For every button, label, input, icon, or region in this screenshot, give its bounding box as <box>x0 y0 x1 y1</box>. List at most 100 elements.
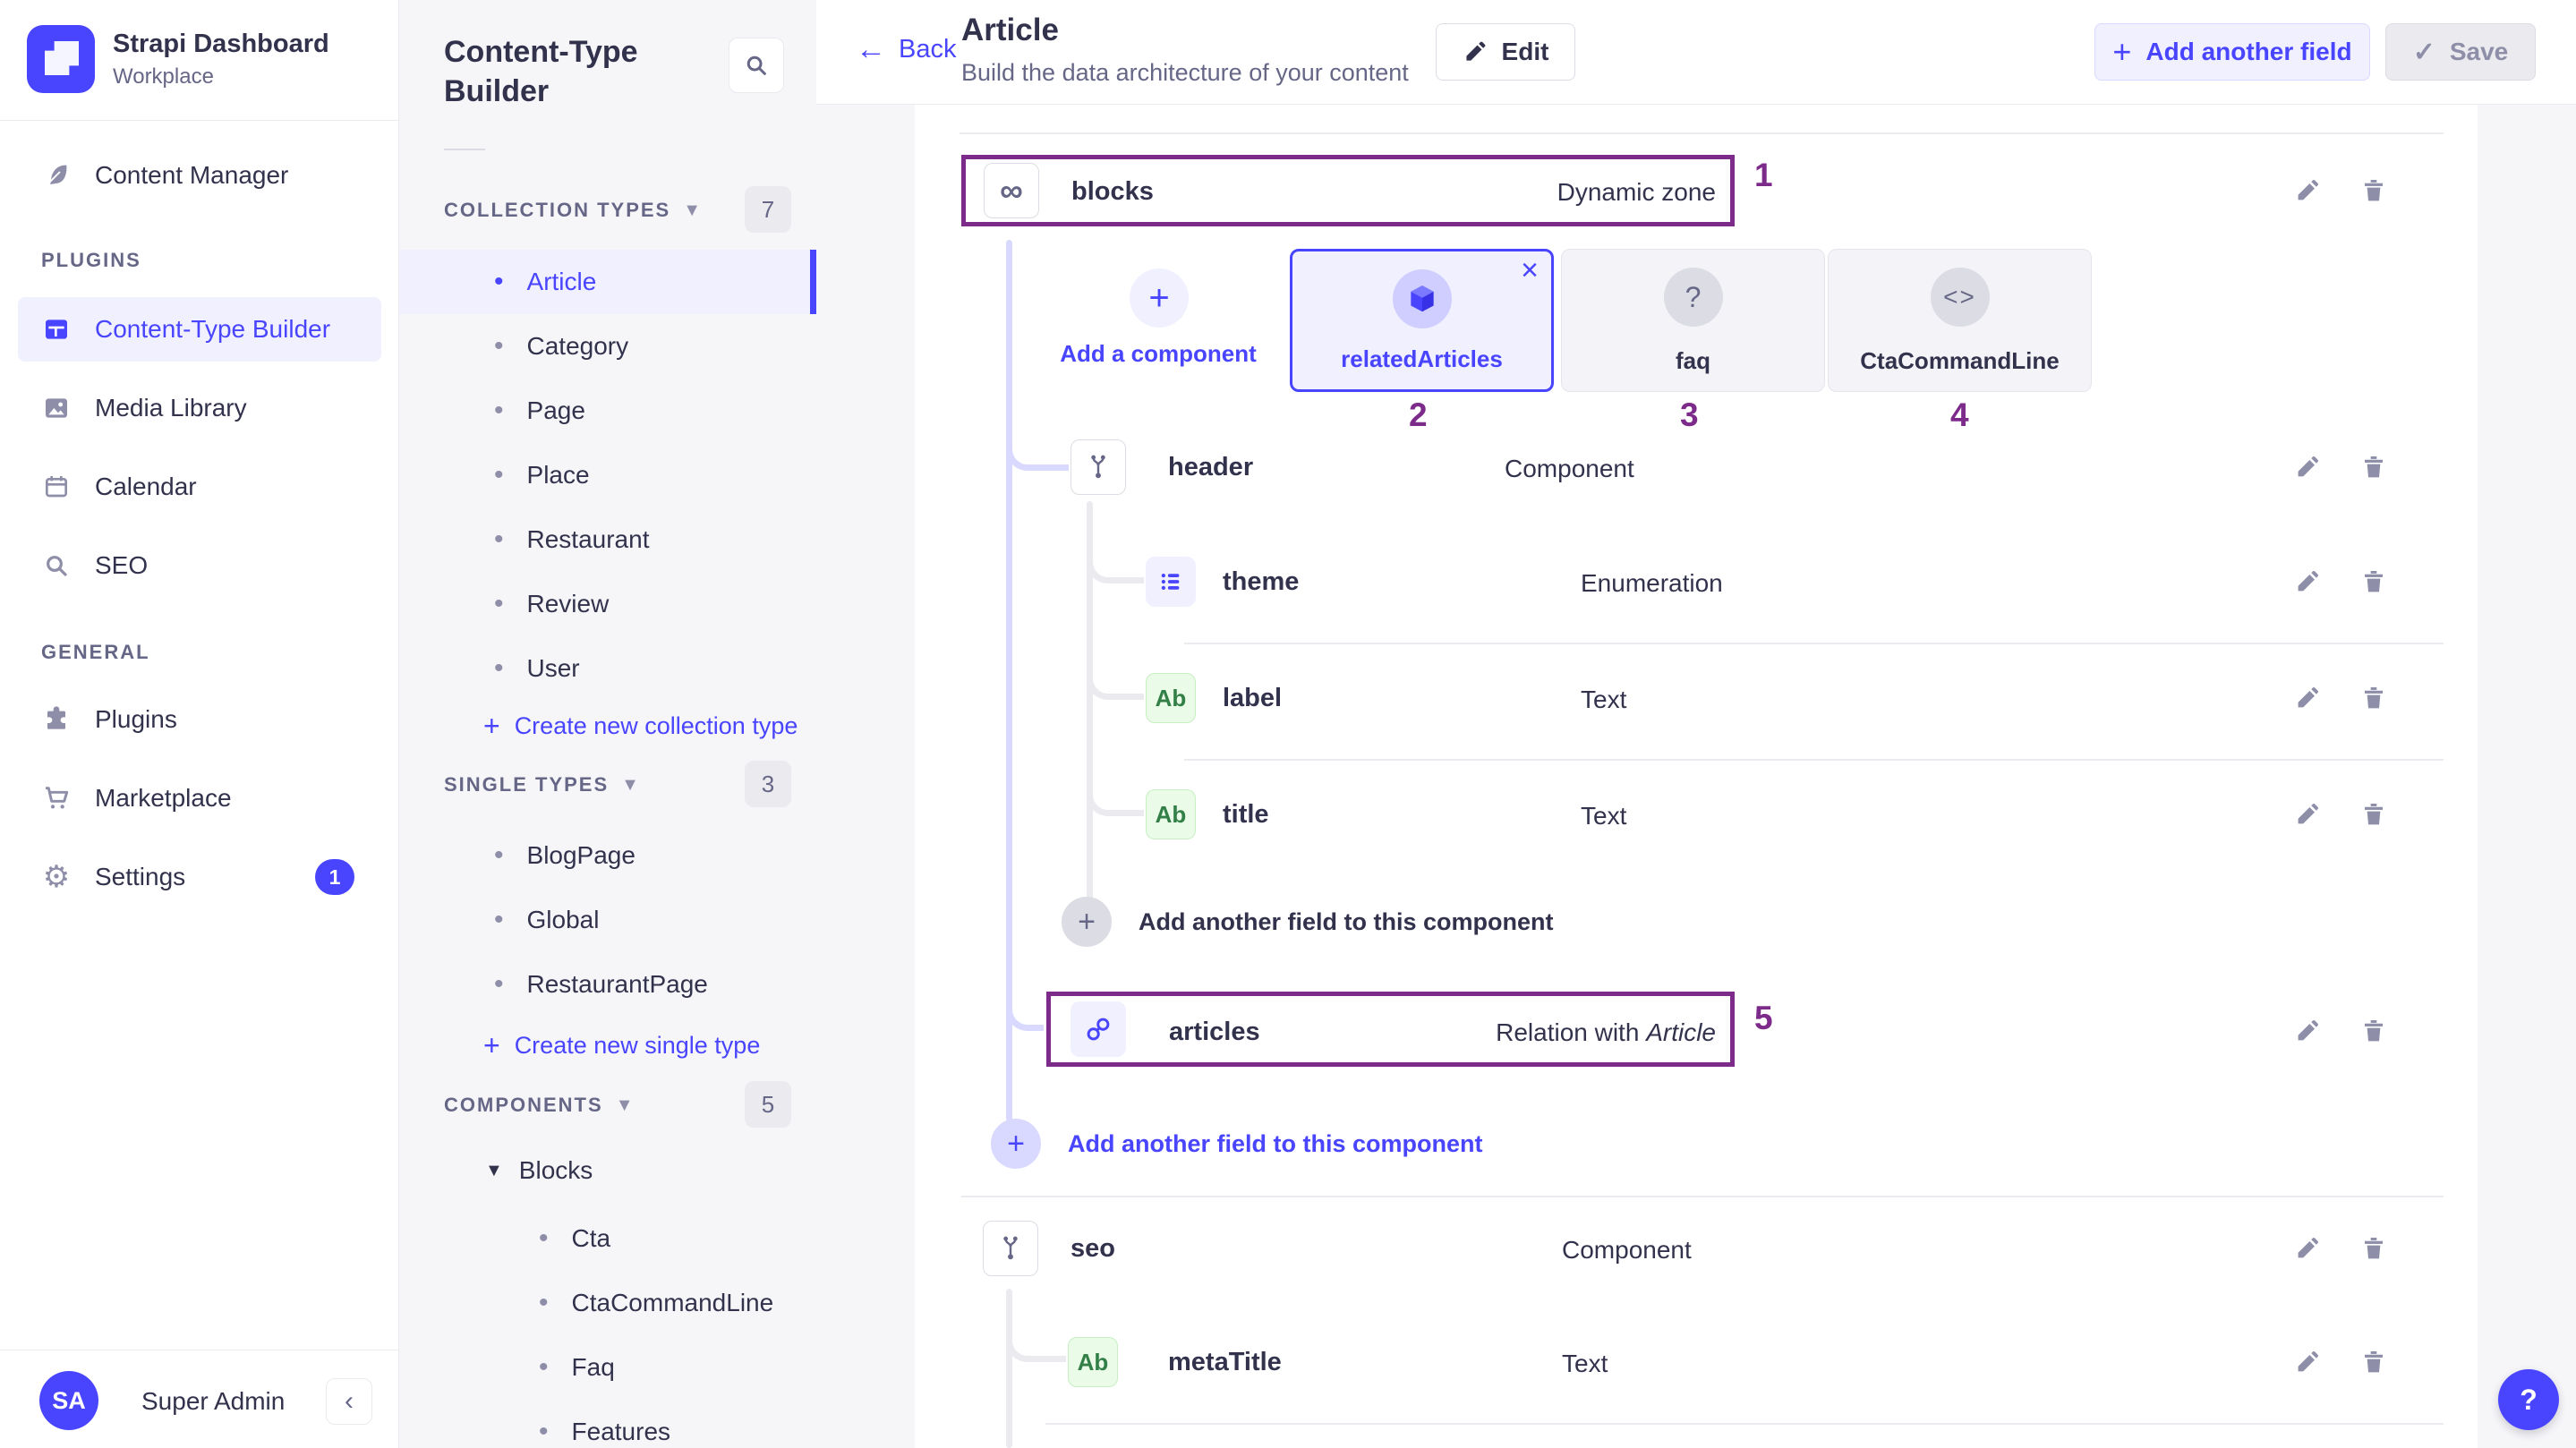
cart-icon <box>41 783 72 813</box>
plus-icon: + <box>2112 33 2131 71</box>
sidebar-item-marketplace[interactable]: Marketplace <box>18 766 381 830</box>
component-card-ctacommandline[interactable]: <> CtaCommandLine <box>1828 249 2092 392</box>
sidebar-item-global[interactable]: •Global <box>399 888 816 952</box>
sidebar-item-cta[interactable]: •Cta <box>399 1206 816 1271</box>
pencil-icon[interactable] <box>2293 567 2322 596</box>
sidebar-item-settings[interactable]: ⚙ Settings 1 <box>18 845 381 909</box>
sidebar-item-label: Content-Type Builder <box>95 315 330 344</box>
sidebar-item-review[interactable]: •Review <box>399 572 816 636</box>
field-name-blocks: blocks <box>1071 177 1154 207</box>
sidebar-item-user[interactable]: •User <box>399 636 816 701</box>
component-card-relatedarticles[interactable]: × relatedArticles <box>1290 249 1554 392</box>
pencil-icon[interactable] <box>2293 800 2322 829</box>
plus-icon: + <box>483 1029 500 1062</box>
sidebar-item-seo[interactable]: SEO <box>18 533 381 598</box>
component-card-label: faq <box>1562 347 1824 375</box>
dynamic-zone-icon: ∞ <box>984 163 1039 218</box>
sidebar-item-media-library[interactable]: Media Library <box>18 376 381 440</box>
section-collection-types[interactable]: COLLECTION TYPES ▼ <box>444 199 703 222</box>
pencil-icon[interactable] <box>2293 453 2322 481</box>
trash-icon[interactable] <box>2359 1017 2388 1045</box>
trash-icon[interactable] <box>2359 1234 2388 1263</box>
row-actions-seo <box>2293 1234 2388 1263</box>
code-icon: <> <box>1931 268 1990 327</box>
pencil-icon[interactable] <box>2293 1234 2322 1263</box>
component-icon <box>1070 439 1126 495</box>
sidebar-item-blogpage[interactable]: •BlogPage <box>399 823 816 888</box>
question-icon: ? <box>1664 268 1723 327</box>
avatar[interactable]: SA <box>39 1371 98 1430</box>
field-type-metatitle: Text <box>1562 1350 1608 1378</box>
field-type-theme: Enumeration <box>1581 569 1723 598</box>
component-card-faq[interactable]: ? faq <box>1561 249 1825 392</box>
sidebar-item-label: Content Manager <box>95 161 288 190</box>
section-single-types[interactable]: SINGLE TYPES ▼ <box>444 773 641 796</box>
sidebar-item-label: SEO <box>95 551 148 580</box>
pencil-icon[interactable] <box>2293 1348 2322 1376</box>
sidebar-item-article[interactable]: • Article <box>399 250 816 314</box>
page-title: Article <box>961 13 1059 48</box>
add-another-field-button[interactable]: + Add another field <box>2094 23 2370 81</box>
component-card-label: CtaCommandLine <box>1829 347 2091 375</box>
close-icon[interactable]: × <box>1521 253 1539 288</box>
field-name-header: header <box>1168 453 1253 482</box>
help-button[interactable]: ? <box>2498 1369 2559 1430</box>
back-link[interactable]: ← Back <box>856 32 956 67</box>
add-field-to-component-button[interactable]: + Add another field to this component <box>1062 897 1553 947</box>
sidebar-item-content-type-builder[interactable]: Content-Type Builder <box>18 297 381 362</box>
sidebar-item-category[interactable]: •Category <box>399 314 816 379</box>
trash-icon[interactable] <box>2359 453 2388 481</box>
divider <box>961 1196 2444 1197</box>
save-button[interactable]: ✓ Save <box>2385 23 2536 81</box>
brand[interactable]: Strapi Dashboard Workplace <box>27 25 329 93</box>
divider <box>1045 1423 2444 1425</box>
trash-icon[interactable] <box>2359 684 2388 712</box>
pencil-icon[interactable] <box>2293 176 2322 205</box>
feather-icon <box>41 160 72 191</box>
edit-button[interactable]: Edit <box>1436 23 1575 81</box>
create-collection-type-link[interactable]: + Create new collection type <box>483 710 798 743</box>
sidebar-item-page[interactable]: •Page <box>399 379 816 443</box>
row-actions-label <box>2293 684 2388 712</box>
trash-icon[interactable] <box>2359 800 2388 829</box>
nav-section-plugins: PLUGINS <box>41 249 141 272</box>
add-component-label[interactable]: Add a component <box>1042 340 1275 368</box>
trash-icon[interactable] <box>2359 567 2388 596</box>
add-field-to-dynamic-zone-button[interactable]: + Add another field to this component <box>991 1119 1482 1169</box>
section-components[interactable]: COMPONENTS ▼ <box>444 1094 635 1117</box>
field-type-title: Text <box>1581 802 1626 830</box>
cube-icon <box>1393 269 1452 328</box>
sidebar-item-ctacommandline[interactable]: •CtaCommandLine <box>399 1271 816 1335</box>
component-group-blocks[interactable]: ▼ Blocks <box>485 1156 593 1185</box>
pencil-icon[interactable] <box>2293 1017 2322 1045</box>
sidebar-item-label: Media Library <box>95 394 247 422</box>
active-indicator <box>810 250 816 314</box>
sidebar-item-plugins[interactable]: Plugins <box>18 687 381 752</box>
trash-icon[interactable] <box>2359 176 2388 205</box>
create-single-type-link[interactable]: + Create new single type <box>483 1029 760 1062</box>
field-name-label: label <box>1223 684 1282 713</box>
collapse-sidebar-button[interactable]: ‹ <box>326 1378 372 1425</box>
tree-line-seo-children <box>1006 1289 1012 1448</box>
sidebar-item-calendar[interactable]: Calendar <box>18 455 381 519</box>
nav-section-general: GENERAL <box>41 641 150 664</box>
chevron-down-icon: ▼ <box>485 1161 503 1181</box>
search-icon <box>743 52 770 79</box>
tree-line-dynamic-zone <box>1006 240 1012 1121</box>
pencil-icon[interactable] <box>2293 684 2322 712</box>
sidebar-item-restaurant[interactable]: •Restaurant <box>399 507 816 572</box>
sidebar-item-label: Plugins <box>95 705 177 734</box>
add-component-button[interactable]: + <box>1130 268 1189 328</box>
row-actions-header <box>2293 453 2388 481</box>
relation-icon <box>1070 1001 1126 1057</box>
page-subtitle: Build the data architecture of your cont… <box>961 59 1409 87</box>
search-button[interactable] <box>729 38 784 93</box>
trash-icon[interactable] <box>2359 1348 2388 1376</box>
sidebar-item-place[interactable]: •Place <box>399 443 816 507</box>
sidebar-item-restaurantpage[interactable]: •RestaurantPage <box>399 952 816 1017</box>
sidebar-item-features[interactable]: •Features <box>399 1400 816 1448</box>
chevron-down-icon: ▼ <box>621 775 641 796</box>
sidebar-item-label: Marketplace <box>95 784 232 813</box>
sidebar-item-faq[interactable]: •Faq <box>399 1335 816 1400</box>
sidebar-item-content-manager[interactable]: Content Manager <box>18 143 381 208</box>
